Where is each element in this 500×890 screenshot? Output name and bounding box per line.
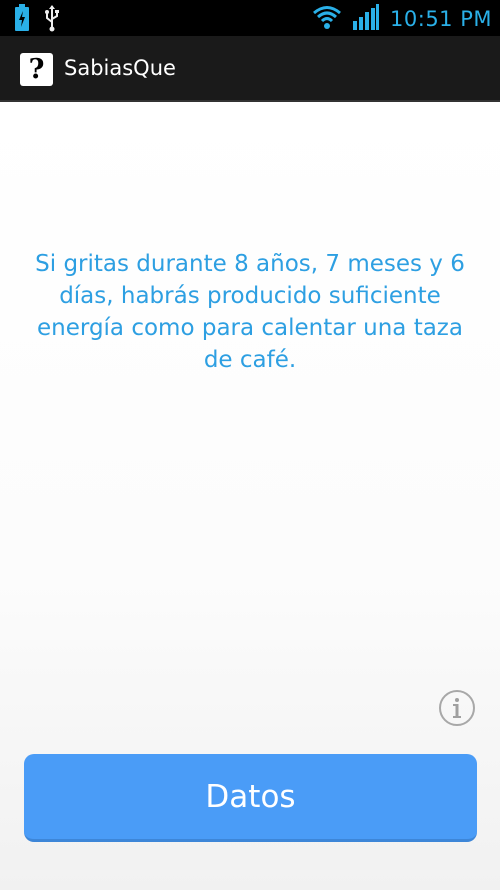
app-title: SabiasQue — [64, 56, 176, 80]
main-content: Si gritas durante 8 años, 7 meses y 6 dí… — [0, 102, 500, 890]
status-right-icons: 10:51 PM — [312, 3, 492, 35]
action-bar: ? SabiasQue — [0, 36, 500, 102]
usb-icon — [44, 4, 60, 36]
datos-button[interactable]: Datos — [24, 754, 477, 842]
info-icon[interactable] — [439, 690, 475, 726]
status-time: 10:51 PM — [390, 7, 492, 31]
battery-charging-icon — [14, 4, 30, 36]
signal-icon — [352, 3, 380, 35]
status-left-icons — [14, 4, 60, 36]
wifi-icon — [312, 4, 342, 34]
status-bar: 10:51 PM — [0, 0, 500, 36]
fact-text: Si gritas durante 8 años, 7 meses y 6 dí… — [35, 251, 465, 373]
app-icon[interactable]: ? — [20, 53, 53, 86]
